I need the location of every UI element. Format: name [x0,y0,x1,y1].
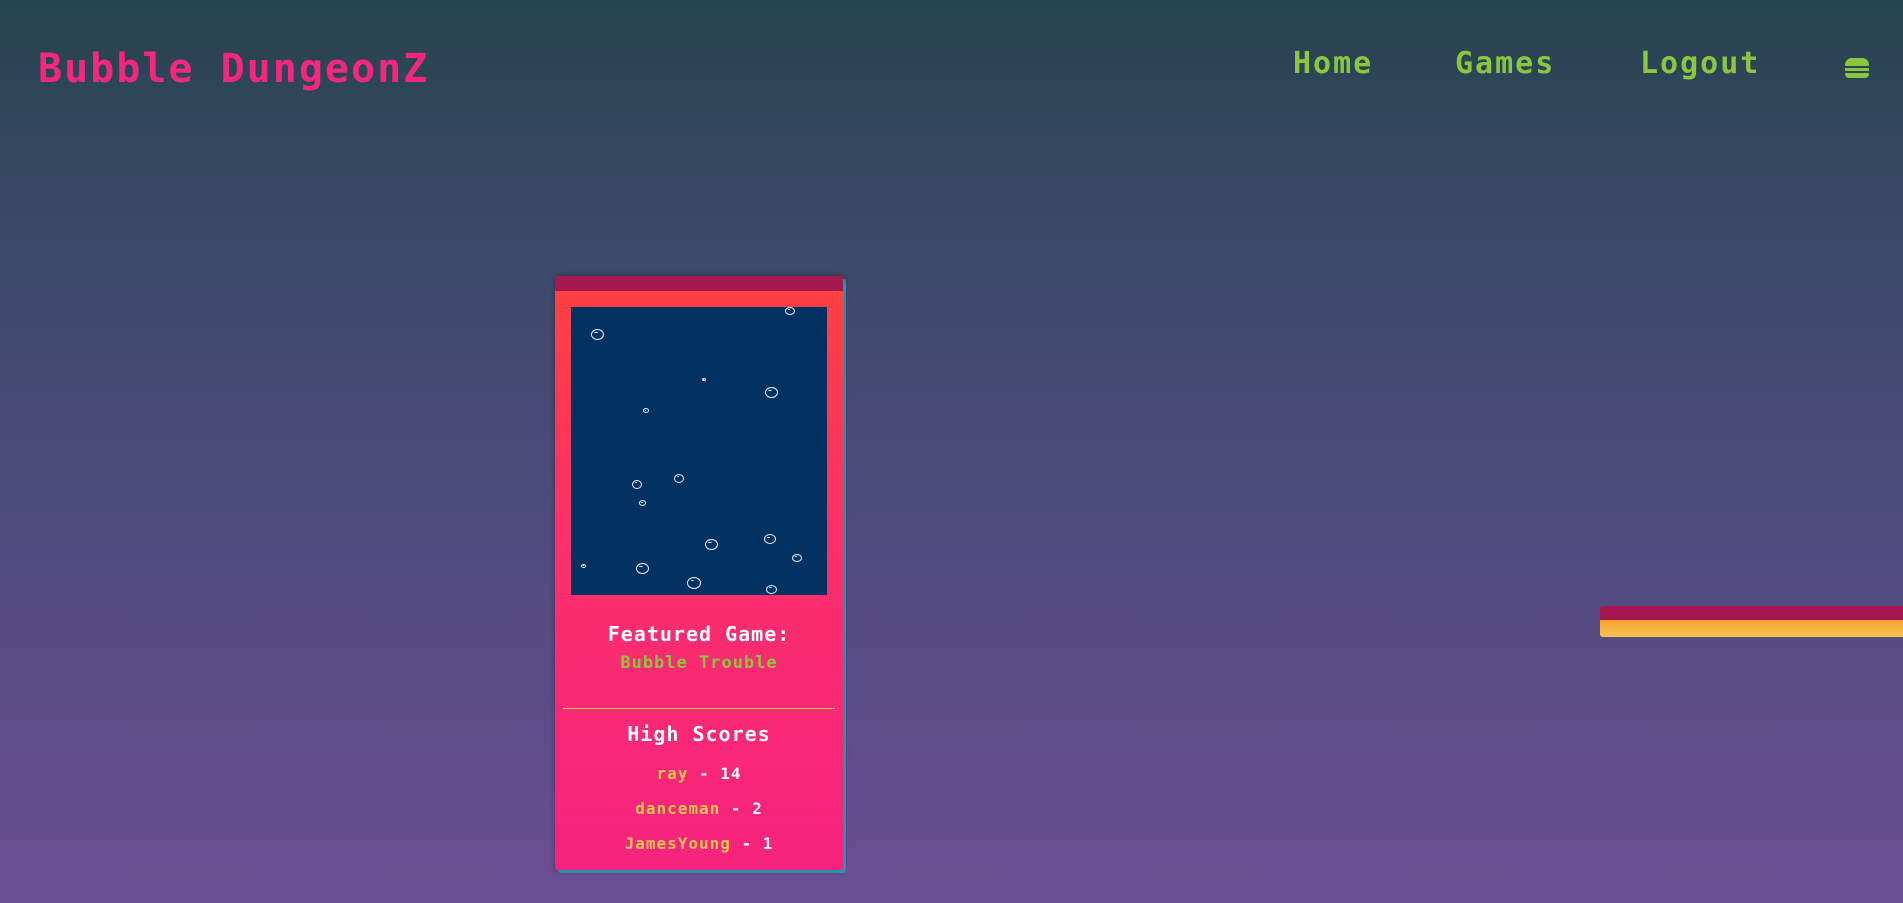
player-name: ray [656,764,689,783]
hamburger-icon[interactable] [1845,58,1869,78]
bubble [632,480,642,489]
high-score-entry: danceman - 2 [555,799,843,818]
bubble [766,585,777,594]
player-name: JamesYoung [624,834,731,853]
bubble [687,577,701,589]
score-separator: - [741,834,763,853]
high-scores-title: High Scores [627,722,771,746]
featured-game-label: Featured Game: [607,622,791,646]
high-score-entry: ray - 14 [555,764,843,783]
featured-game-card: Featured Game: Bubble Trouble High Score… [555,276,843,870]
bubble [643,408,649,413]
site-logo[interactable]: Bubble DungeonZ [38,46,429,92]
nav-logout-link[interactable]: Logout [1640,46,1760,81]
player-score: 14 [720,764,742,783]
player-score: 2 [752,799,763,818]
nav-home-link[interactable]: Home [1293,46,1373,81]
player-name: danceman [635,799,721,818]
high-score-entry: JamesYoung - 1 [555,834,843,853]
score-separator: - [730,799,753,818]
bubble [705,539,718,550]
main-nav: Home Games Logout [1203,46,1903,86]
bubble [636,563,649,574]
bubble [674,474,684,483]
bubble [792,554,802,562]
bubble [785,307,795,315]
bubble [765,387,778,398]
bubble [639,500,646,506]
bubble [702,378,706,381]
bubble [591,329,604,340]
score-separator: - [699,764,721,783]
game-canvas[interactable] [571,307,827,595]
decorative-side-stripe [1600,606,1903,637]
card-top-bar [555,276,843,291]
bubble [581,564,586,568]
bubble [764,534,776,544]
nav-games-link[interactable]: Games [1455,46,1555,81]
featured-game-link[interactable]: Bubble Trouble [555,653,843,673]
player-score: 1 [762,834,774,853]
card-divider [563,708,835,709]
